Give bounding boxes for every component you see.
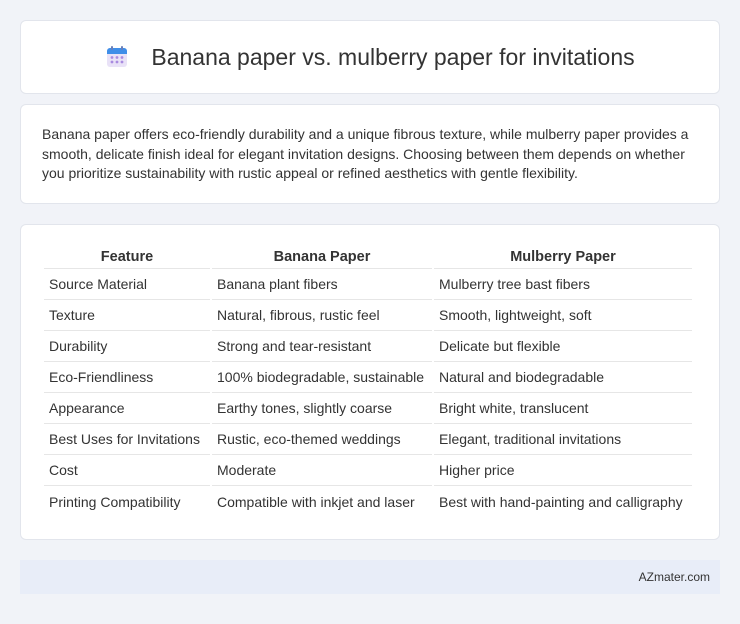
table-cell: Mulberry tree bast fibers <box>434 269 692 300</box>
summary-card: Banana paper offers eco-friendly durabil… <box>20 104 720 204</box>
table-cell: Best with hand-painting and calligraphy <box>439 493 683 510</box>
table-row: Cost Moderate Higher price <box>44 455 692 486</box>
table-cell: Cost <box>44 455 210 486</box>
table-cell: Printing Compatibility <box>49 493 181 510</box>
table-card: Feature Banana Paper Mulberry Paper Sour… <box>20 224 720 540</box>
footer: AZmater.com <box>20 560 720 594</box>
table-cell: Smooth, lightweight, soft <box>434 300 692 331</box>
table-cell: Best Uses for Invitations <box>44 424 210 455</box>
table-row: Eco-Friendliness 100% biodegradable, sus… <box>44 362 692 393</box>
table-cell: Rustic, eco-themed weddings <box>212 424 432 455</box>
table-cell: Bright white, translucent <box>434 393 692 424</box>
table-row: Best Uses for Invitations Rustic, eco-th… <box>44 424 692 455</box>
table-cell: Banana plant fibers <box>212 269 432 300</box>
title-card: Banana paper vs. mulberry paper for invi… <box>20 20 720 94</box>
table-cell: Delicate but flexible <box>434 331 692 362</box>
page-title: Banana paper vs. mulberry paper for invi… <box>151 43 635 70</box>
table-cell: Compatible with inkjet and laser <box>217 493 415 510</box>
table-row: Durability Strong and tear-resistant Del… <box>44 331 692 362</box>
table-cell: Higher price <box>434 455 692 486</box>
header-mulberry-paper: Mulberry Paper <box>434 247 692 269</box>
header-feature: Feature <box>44 247 210 269</box>
table-cell: Earthy tones, slightly coarse <box>212 393 432 424</box>
table-cell: 100% biodegradable, sustainable <box>212 362 432 393</box>
table-cell: Appearance <box>44 393 210 424</box>
table-cell: Texture <box>44 300 210 331</box>
table-cell: Natural, fibrous, rustic feel <box>212 300 432 331</box>
footer-brand[interactable]: AZmater.com <box>639 570 710 584</box>
table-row: Source Material Banana plant fibers Mulb… <box>44 269 692 300</box>
comparison-table: Feature Banana Paper Mulberry Paper Sour… <box>42 247 694 517</box>
table-row: Printing Compatibility Compatible with i… <box>44 486 692 517</box>
header-banana-paper: Banana Paper <box>212 247 432 269</box>
table-cell: Elegant, traditional invitations <box>434 424 692 455</box>
table-cell: Strong and tear-resistant <box>212 331 432 362</box>
summary-text: Banana paper offers eco-friendly durabil… <box>42 126 689 181</box>
table-row: Texture Natural, fibrous, rustic feel Sm… <box>44 300 692 331</box>
table-cell: Durability <box>44 331 210 362</box>
table-row: Appearance Earthy tones, slightly coarse… <box>44 393 692 424</box>
table-cell: Moderate <box>212 455 432 486</box>
table-cell: Eco-Friendliness <box>44 362 210 393</box>
table-cell: Source Material <box>44 269 210 300</box>
table-header-row: Feature Banana Paper Mulberry Paper <box>44 247 692 269</box>
table-cell: Natural and biodegradable <box>434 362 692 393</box>
calendar-icon <box>105 45 129 69</box>
